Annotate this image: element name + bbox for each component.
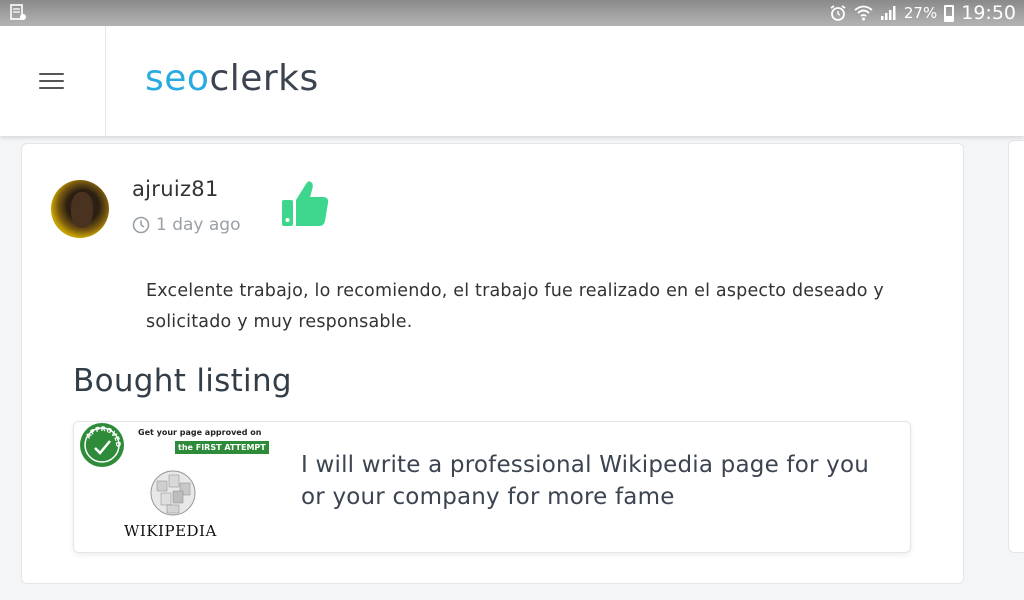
promo-line-2: the FIRST ATTEMPT xyxy=(175,441,269,454)
wifi-icon xyxy=(854,5,873,21)
listing-thumbnail[interactable]: APPROVED Get your page approved on the F… xyxy=(74,422,270,552)
bought-listing-card[interactable]: APPROVED Get your page approved on the F… xyxy=(73,421,911,553)
review-comment: Excelente trabajo, lo recomiendo, el tra… xyxy=(146,281,884,332)
wikipedia-globe-icon xyxy=(150,470,196,516)
logo-part-seo: seo xyxy=(145,58,210,99)
thumbs-up-icon xyxy=(282,181,329,226)
notification-icon xyxy=(10,4,26,20)
site-logo[interactable]: seoclerks xyxy=(145,58,319,99)
logo-part-clerks: clerks xyxy=(209,58,319,99)
review-username[interactable]: ajruiz81 xyxy=(132,177,219,201)
clock-icon xyxy=(132,216,150,234)
battery-percent: 27% xyxy=(903,4,938,22)
battery-icon xyxy=(944,4,955,22)
side-panel xyxy=(1008,140,1024,553)
listing-title[interactable]: I will write a professional Wikipedia pa… xyxy=(301,449,891,513)
alarm-icon xyxy=(830,5,846,21)
status-time: 19:50 xyxy=(961,2,1016,24)
review-time: 1 day ago xyxy=(132,215,241,235)
section-title-bought-listing: Bought listing xyxy=(73,363,292,399)
signal-icon xyxy=(880,6,896,20)
promo-line-1: Get your page approved on xyxy=(138,428,262,437)
approved-badge-icon: APPROVED xyxy=(80,423,124,467)
wikipedia-wordmark: WIKIPEDIA xyxy=(124,522,217,540)
review-card: ajruiz81 1 day ago Excelente trabajo, lo… xyxy=(21,143,964,584)
menu-area xyxy=(0,26,106,136)
avatar[interactable] xyxy=(51,180,109,238)
hamburger-menu-icon[interactable] xyxy=(39,73,64,91)
status-bar: 27% 19:50 xyxy=(0,0,1024,26)
review-time-text: 1 day ago xyxy=(156,215,241,235)
site-header: seoclerks xyxy=(0,26,1024,136)
status-right: 27% 19:50 xyxy=(829,2,1016,24)
